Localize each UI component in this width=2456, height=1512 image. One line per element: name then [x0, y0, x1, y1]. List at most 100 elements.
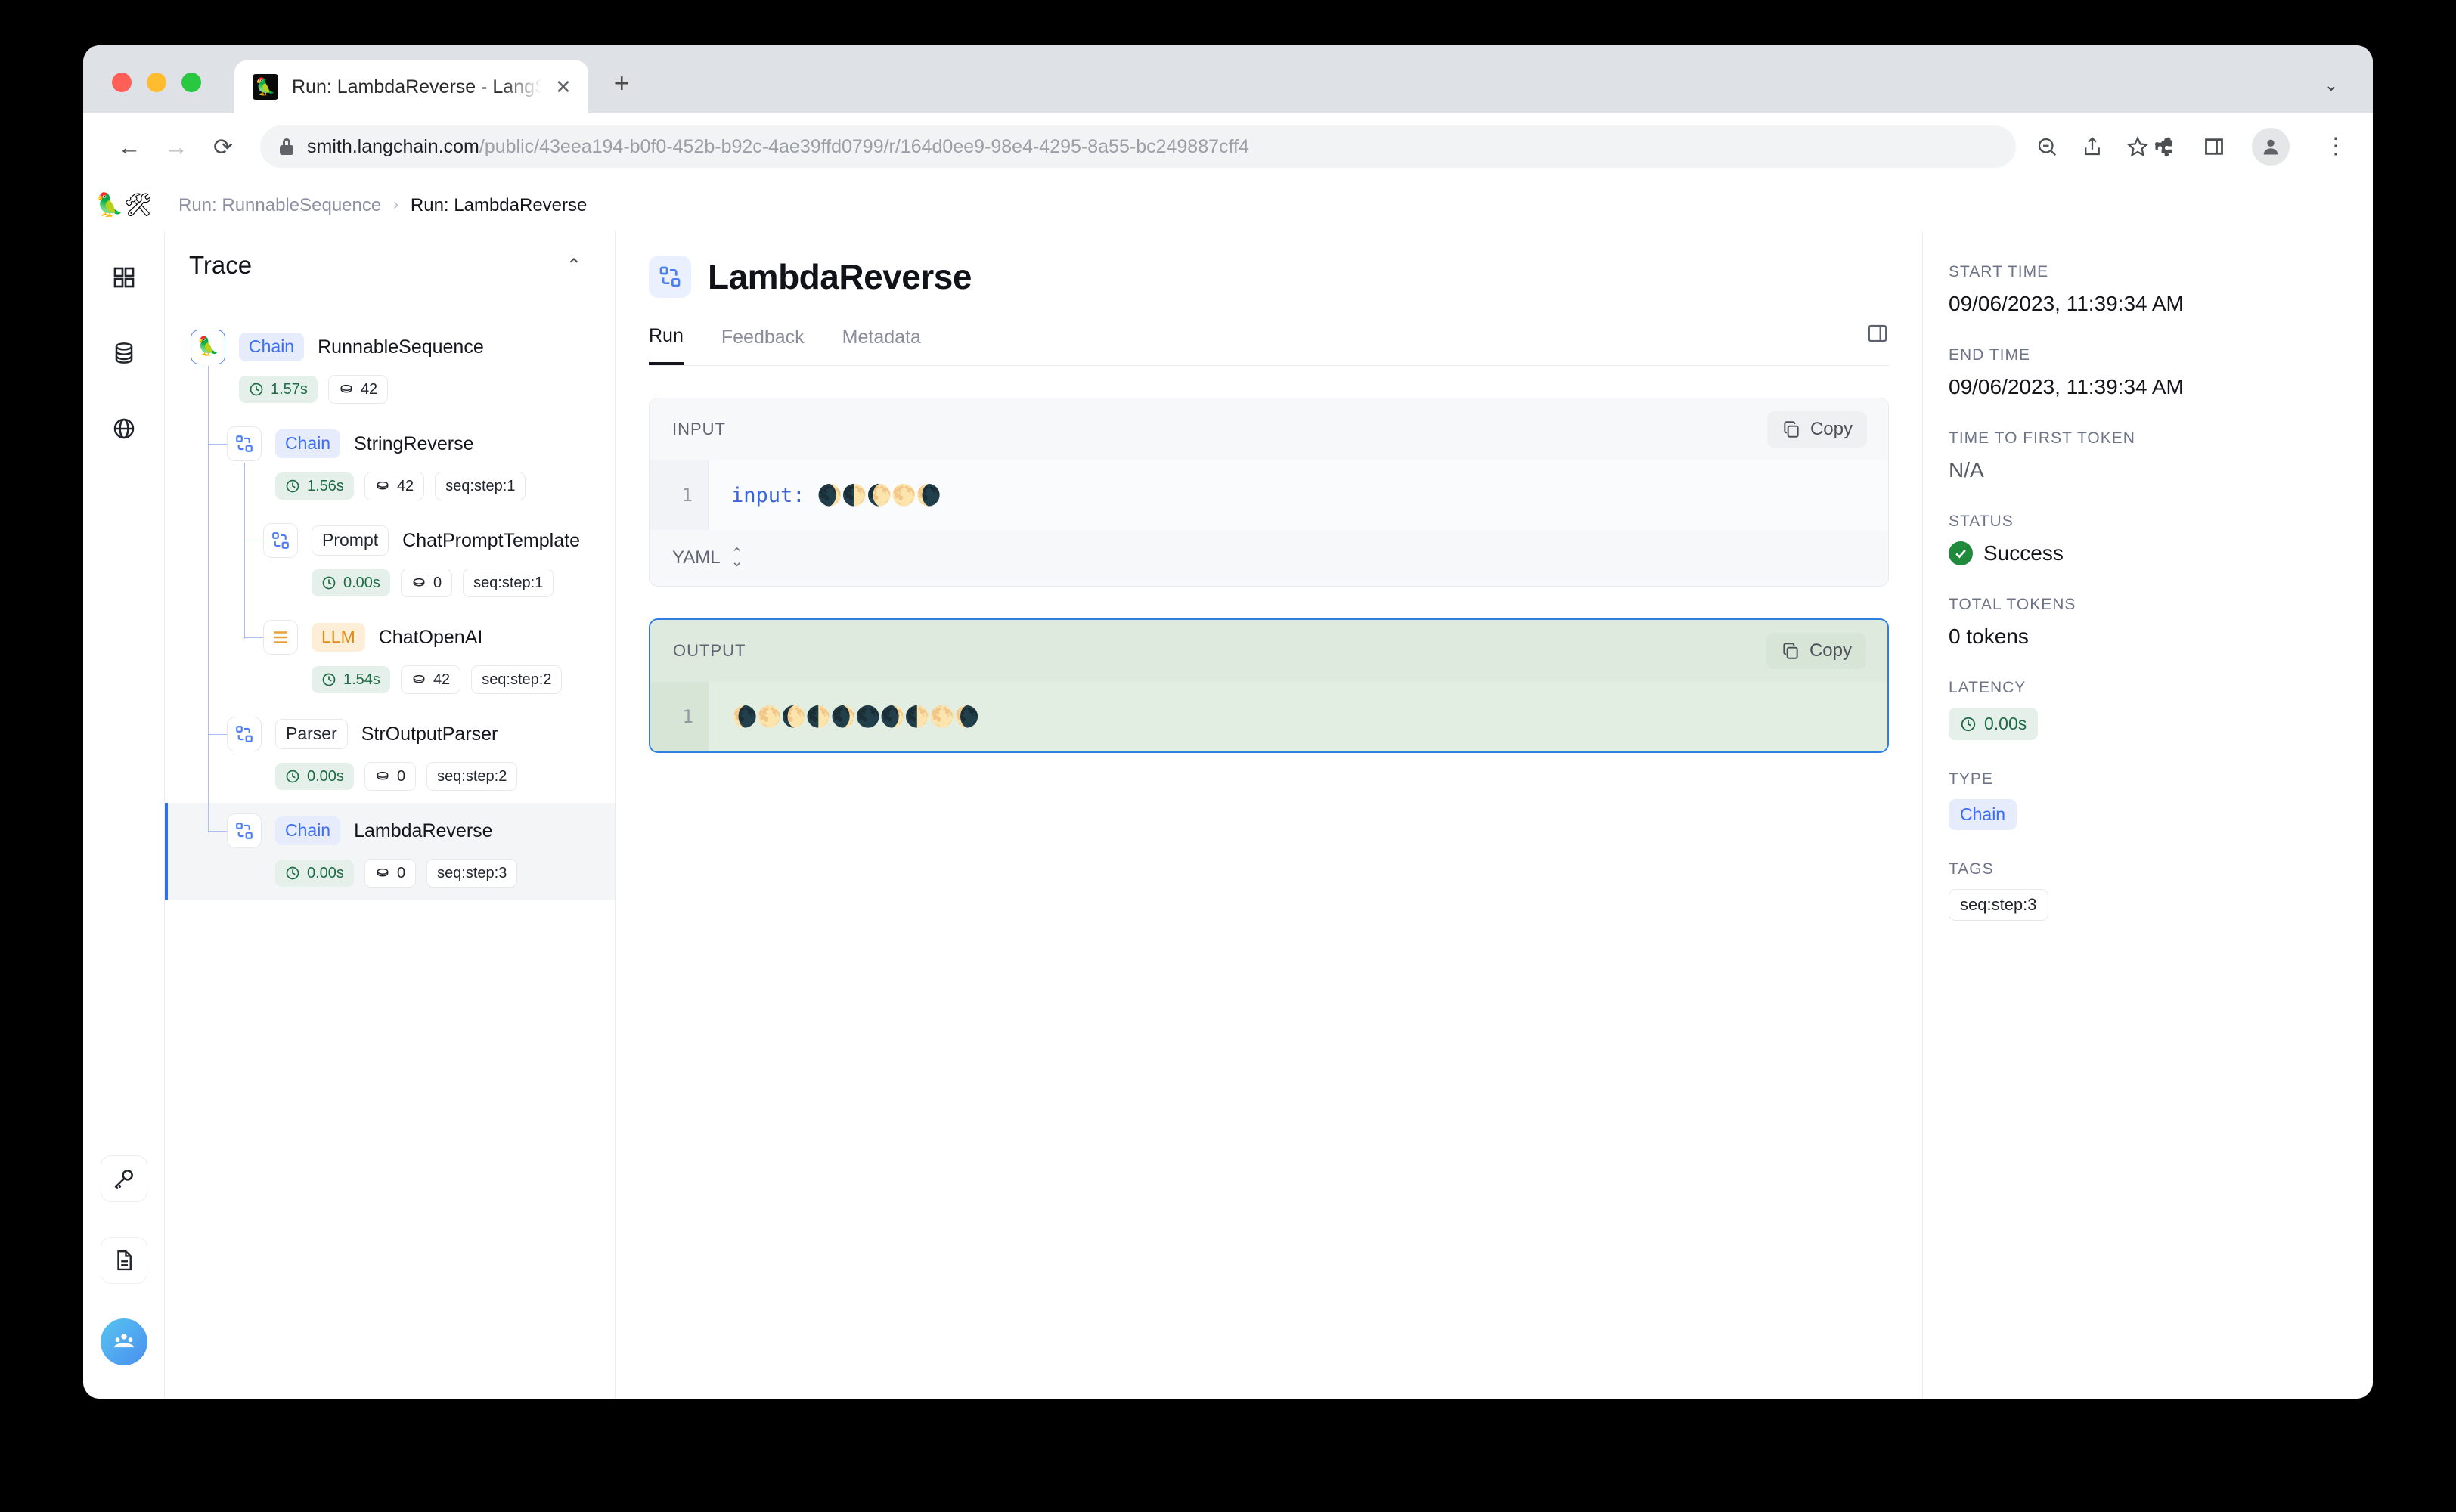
- langsmith-logo[interactable]: 🦜🛠: [83, 192, 165, 218]
- breadcrumb-parent[interactable]: Run: RunnableSequence: [178, 195, 381, 216]
- profile-icon[interactable]: [2252, 128, 2290, 166]
- trace-node-metrics: 1.56s 42 seq:step:1: [275, 472, 615, 500]
- trace-node-chatprompttemplate[interactable]: Prompt ChatPromptTemplate 0.00s 0 seq:step:1: [165, 513, 615, 609]
- trace-node-latency-value: 1.54s: [343, 671, 380, 688]
- browser-tab-active[interactable]: 🦜 Run: LambdaReverse - LangSm ✕: [234, 60, 588, 113]
- end-time-label: END TIME: [1949, 346, 2030, 364]
- organization-avatar[interactable]: [100, 1318, 147, 1365]
- bookmark-star-icon[interactable]: [2126, 135, 2149, 158]
- back-button[interactable]: ←: [106, 135, 153, 159]
- new-tab-button[interactable]: +: [614, 70, 630, 97]
- trace-node-metrics: 1.57s 42: [239, 375, 615, 404]
- status-value: Success: [1983, 541, 2064, 565]
- trace-node-runnablesequence[interactable]: 🦜 Chain RunnableSequence 1.57s 42: [165, 319, 615, 416]
- trace-panel: Trace ⌃ 🦜 Chain RunnableSequence 1.57s 42 Cha…: [165, 231, 616, 1399]
- trace-node-lambdareverse[interactable]: Chain LambdaReverse 0.00s 0 seq:step:3: [165, 803, 615, 900]
- chevron-up-icon[interactable]: ⌃: [566, 255, 581, 277]
- status-label: STATUS: [1949, 513, 2014, 530]
- key-icon[interactable]: [100, 1155, 147, 1202]
- copy-input-button[interactable]: Copy: [1766, 411, 1867, 448]
- trace-node-latency: 0.00s: [275, 763, 354, 790]
- tree-connector-horizontal: [208, 734, 227, 735]
- close-icon[interactable]: ✕: [555, 77, 572, 97]
- tab-feedback[interactable]: Feedback: [721, 327, 805, 364]
- address-bar[interactable]: smith.langchain.com/public/43eea194-b0f0…: [260, 125, 2016, 168]
- output-code[interactable]: 🌘🌕🌔🌓🌒🌑🌒🌓🌕🌘: [709, 682, 1887, 751]
- sidebar-rail: [83, 231, 165, 1399]
- trace-node-chatopenai[interactable]: LLM ChatOpenAI 1.54s 42 seq:step:2: [165, 609, 615, 706]
- time-to-first-token-block: TIME TO FIRST TOKEN N/A: [1949, 429, 2343, 482]
- tree-connector-horizontal: [244, 637, 263, 638]
- share-icon[interactable]: [2081, 135, 2104, 158]
- latency-block: LATENCY 0.00s: [1949, 679, 2343, 740]
- output-code-row: 1 🌘🌕🌔🌓🌒🌑🌒🌓🌕🌘: [650, 682, 1887, 751]
- trace-node-latency: 1.54s: [312, 666, 390, 693]
- run-title: LambdaReverse: [708, 257, 972, 296]
- reload-icon[interactable]: ⟳: [200, 135, 247, 159]
- start-time-block: START TIME 09/06/2023, 11:39:34 AM: [1949, 263, 2343, 316]
- trace-node-type-badge: Chain: [275, 429, 341, 458]
- trace-node-type-badge: Chain: [239, 333, 305, 361]
- zoom-out-icon[interactable]: [2036, 135, 2058, 158]
- close-window-button[interactable]: [112, 73, 132, 92]
- start-time-label: START TIME: [1949, 263, 2049, 280]
- input-card-header: INPUT Copy: [650, 398, 1888, 460]
- run-metadata-panel: START TIME 09/06/2023, 11:39:34 AM END T…: [1922, 231, 2373, 1399]
- url-host: smith.langchain.com: [307, 135, 479, 157]
- input-code[interactable]: input: 🌒🌓🌔🌕🌘: [709, 460, 1888, 530]
- trace-node-metrics: 1.54s 42 seq:step:2: [312, 665, 615, 694]
- tab-metadata[interactable]: Metadata: [842, 327, 921, 364]
- app-body: Trace ⌃ 🦜 Chain RunnableSequence 1.57s 42 Cha…: [83, 231, 2373, 1399]
- browser-menu-button[interactable]: ⋮: [2324, 135, 2347, 158]
- trace-node-tokens-value: 42: [396, 478, 414, 494]
- extensions-icon[interactable]: [2154, 135, 2176, 158]
- forward-button[interactable]: →: [153, 135, 200, 159]
- breadcrumb: Run: RunnableSequence › Run: LambdaRever…: [165, 195, 587, 216]
- input-format-selector[interactable]: YAML ⌃ ⌄: [650, 530, 1888, 586]
- trace-node-stringreverse[interactable]: Chain StringReverse 1.56s 42 seq:step:1: [165, 416, 615, 513]
- input-code-value: 🌒🌓🌔🌕🌘: [817, 484, 941, 507]
- trace-node-metrics: 0.00s 0 seq:step:2: [275, 762, 615, 791]
- input-code-row: 1 input: 🌒🌓🌔🌕🌘: [650, 460, 1888, 530]
- trace-node-tokens: 42: [364, 472, 425, 500]
- browser-toolbar: ← → ⟳ smith.langchain.com/public/43eea19…: [83, 113, 2373, 180]
- trace-node-tag: seq:step:2: [426, 762, 518, 791]
- trace-node-tag: seq:step:2: [471, 665, 563, 694]
- trace-node-name: LambdaReverse: [354, 820, 493, 841]
- parrot-icon: 🦜: [191, 330, 225, 364]
- window-controls[interactable]: [112, 73, 201, 113]
- run-detail: LambdaReverse Run Feedback Metadata INPUT: [616, 231, 2373, 1399]
- copy-output-button[interactable]: Copy: [1766, 633, 1866, 669]
- side-panel-icon[interactable]: [1866, 322, 1889, 349]
- run-main-column: LambdaReverse Run Feedback Metadata INPUT: [616, 231, 1922, 1399]
- maximize-window-button[interactable]: [181, 73, 201, 92]
- output-card-header: OUTPUT Copy: [650, 620, 1887, 682]
- status-badge: Success: [1949, 541, 2343, 565]
- trace-node-tag: seq:step:1: [463, 569, 554, 597]
- chain-icon: [227, 813, 262, 848]
- trace-node-type-badge: Parser: [275, 719, 348, 749]
- check-circle-icon: [1949, 541, 1973, 565]
- database-icon[interactable]: [104, 333, 144, 373]
- grid-icon[interactable]: [104, 257, 144, 298]
- trace-node-tokens-value: 0: [396, 768, 406, 785]
- copy-input-label: Copy: [1809, 419, 1853, 439]
- minimize-window-button[interactable]: [147, 73, 166, 92]
- side-panel-icon[interactable]: [2203, 136, 2225, 157]
- end-time-value: 09/06/2023, 11:39:34 AM: [1949, 375, 2184, 398]
- tab-run[interactable]: Run: [649, 325, 684, 365]
- trace-node-metrics: 0.00s 0 seq:step:1: [312, 569, 615, 597]
- total-tokens-block: TOTAL TOKENS 0 tokens: [1949, 596, 2343, 649]
- trace-node-latency-value: 0.00s: [307, 865, 344, 881]
- tree-connector-vertical: [244, 463, 245, 639]
- time-to-first-token-value: N/A: [1949, 458, 1984, 482]
- app-topbar: 🦜🛠 Run: RunnableSequence › Run: LambdaRe…: [83, 180, 2373, 231]
- total-tokens-value: 0 tokens: [1949, 624, 2029, 648]
- chevron-down-icon[interactable]: ⌄: [2324, 76, 2338, 95]
- chevron-updown-icon[interactable]: ⌃ ⌄: [731, 546, 743, 569]
- trace-node-stroutputparser[interactable]: Parser StrOutputParser 0.00s 0 seq:step:2: [165, 706, 615, 803]
- document-icon[interactable]: [100, 1237, 147, 1284]
- trace-header: Trace ⌃: [165, 251, 615, 280]
- globe-icon[interactable]: [104, 408, 144, 449]
- trace-node-name: StrOutputParser: [361, 723, 498, 745]
